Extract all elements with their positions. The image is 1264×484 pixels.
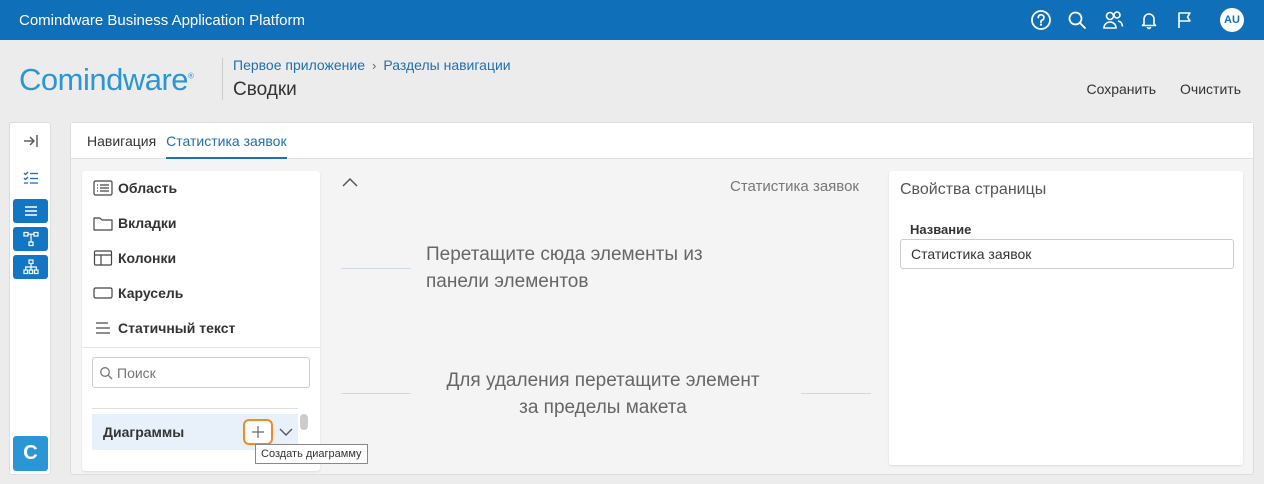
palette-item-columns[interactable]: Колонки [92,246,176,270]
flag-icon[interactable] [1174,9,1196,31]
drop-hint: Перетащите сюда элементы из панели элеме… [426,244,703,292]
avatar[interactable]: AU [1220,8,1244,32]
delete-hint: Для удаления перетащите элемент за преде… [446,370,760,418]
palette-item-label: Область [118,180,178,196]
left-rail: C [9,122,51,475]
tab-bar: Навигация Статистика заявок [71,123,1253,159]
top-bar-icons: AU [1016,0,1244,40]
palette-item-label: Вкладки [118,215,177,231]
header-actions: Сохранить Очистить [1086,81,1241,97]
palette-item-static-text[interactable]: Статичный текст [92,316,235,340]
carousel-icon [92,284,114,302]
delete-arrow-left [341,393,411,394]
breadcrumb-item-app[interactable]: Первое приложение [233,57,365,73]
clear-button[interactable]: Очистить [1180,81,1241,97]
palette-item-label: Колонки [118,250,177,266]
folder-icon [92,214,114,232]
flow-icon[interactable] [13,227,48,251]
bell-icon[interactable] [1138,9,1160,31]
columns-icon [92,249,114,267]
drop-arrow [341,268,411,269]
palette-item-label: Карусель [118,285,184,301]
canvas-title: Статистика заявок [730,178,859,195]
checklist-icon[interactable] [13,166,48,190]
delete-arrow-right [801,393,871,394]
chevron-up-icon[interactable] [341,175,359,187]
search-input[interactable] [117,364,297,381]
text-icon [92,319,114,337]
search-icon [100,366,113,379]
search-icon[interactable] [1066,9,1088,31]
palette-item-carousel[interactable]: Карусель [92,281,183,305]
breadcrumb-item-nav-sections[interactable]: Разделы навигации [383,57,510,73]
palette-item-tabs[interactable]: Вкладки [92,211,176,235]
name-field[interactable]: Статистика заявок [900,239,1234,269]
header-divider [222,58,223,100]
layout-canvas[interactable]: Статистика заявок Перетащите сюда элемен… [333,171,881,471]
top-bar: Comindware Business Application Platform… [0,0,1264,40]
chevron-down-icon[interactable] [278,424,294,440]
palette-divider [82,347,320,348]
app-title: Comindware Business Application Platform [19,11,305,29]
area-icon [92,179,114,197]
collapse-panel-icon[interactable] [13,129,48,153]
palette-item-area[interactable]: Область [92,176,177,200]
platform-logo[interactable]: C [13,436,48,471]
page-properties-panel: Свойства страницы Название Статистика за… [889,171,1243,465]
users-icon[interactable] [1102,9,1124,31]
page-header: Comindware® Первое приложение › Разделы … [0,40,1264,120]
main-panel: Навигация Статистика заявок Область Вкла… [70,122,1254,475]
list-icon[interactable] [13,199,48,223]
palette-item-label: Статичный текст [118,320,236,336]
elements-palette: Область Вкладки Колонки Карусель Статичн… [82,171,320,471]
list-top-divider [92,408,298,409]
breadcrumb: Первое приложение › Разделы навигации [233,57,511,73]
group-label: Диаграммы [103,424,185,440]
breadcrumb-separator: › [372,57,377,73]
palette-scrollbar[interactable] [300,414,308,430]
save-button[interactable]: Сохранить [1086,81,1156,97]
comindware-logo: Comindware® [19,62,194,97]
name-label: Название [910,222,972,237]
tab-navigation[interactable]: Навигация [71,123,161,159]
palette-search[interactable] [92,357,310,388]
help-icon[interactable] [1030,9,1052,31]
properties-title: Свойства страницы [900,181,1047,198]
tab-request-stats[interactable]: Статистика заявок [166,123,287,159]
create-diagram-tooltip: Создать диаграмму [255,444,368,464]
hierarchy-icon[interactable] [13,255,48,279]
page-title: Сводки [233,79,297,100]
plus-icon [252,426,264,438]
create-diagram-button[interactable] [243,419,273,445]
